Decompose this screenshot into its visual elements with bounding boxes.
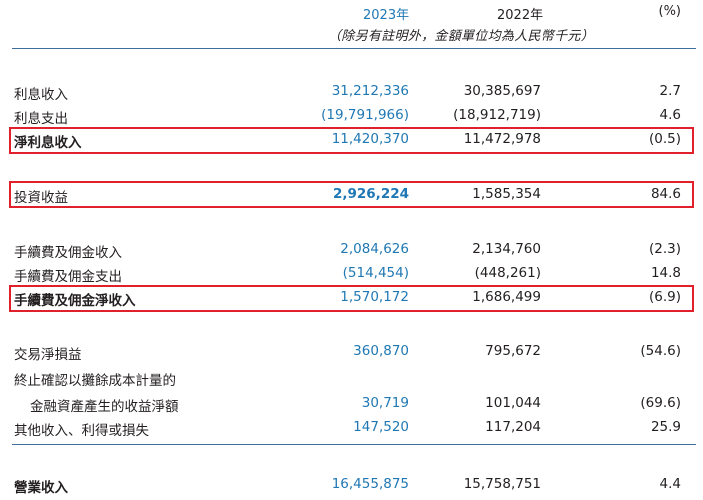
row-value-2022-interest-income: 30,385,697 [463, 83, 541, 99]
row-value-2022-net-fee-income: 1,686,499 [472, 289, 541, 305]
row-value-2022-other-income: 117,204 [485, 419, 541, 435]
row-label-investment-income: 投資收益 [14, 190, 68, 206]
row-value-2022-net-interest-income: 11,472,978 [463, 131, 541, 147]
row-value-2023-fee-income: 2,084,626 [340, 241, 409, 257]
row-label-interest-income: 利息收入 [14, 87, 68, 103]
header-unit-note: （除另有註明外，金額單位均為人民幣千元） [328, 29, 595, 44]
row-value-2022-interest-expense: (18,912,719) [453, 107, 541, 123]
header-year-2023: 2023年 [363, 8, 410, 23]
row-label-net-fee-income: 手續費及佣金淨收入 [14, 293, 136, 309]
row-pct-interest-income: 2.7 [659, 83, 681, 99]
row-label-derecognition-line1: 終止確認以攤餘成本計量的 [14, 373, 176, 389]
row-label-interest-expense: 利息支出 [14, 111, 68, 127]
row-value-2023-derecognition: 30,719 [361, 395, 409, 411]
row-label-operating-income: 營業收入 [14, 480, 68, 496]
row-value-2022-operating-income: 15,758,751 [463, 476, 541, 492]
row-label-fee-expense: 手續費及佣金支出 [14, 269, 122, 285]
header-rule [12, 48, 696, 49]
row-value-2023-net-trading-gains: 360,870 [353, 343, 409, 359]
subtotal-rule [12, 444, 696, 445]
row-label-derecognition-line2: 金融資產產生的收益淨額 [30, 399, 179, 415]
row-value-2022-derecognition: 101,044 [485, 395, 541, 411]
row-value-2022-fee-income: 2,134,760 [472, 241, 541, 257]
row-value-2023-interest-expense: (19,791,966) [321, 107, 409, 123]
row-pct-net-trading-gains: (54.6) [640, 343, 681, 359]
row-label-other-income: 其他收入、利得或損失 [14, 423, 149, 439]
row-pct-derecognition: (69.6) [640, 395, 681, 411]
row-pct-interest-expense: 4.6 [659, 107, 681, 123]
row-value-2023-interest-income: 31,212,336 [331, 83, 409, 99]
row-value-2023-net-interest-income: 11,420,370 [331, 131, 409, 147]
row-value-2023-fee-expense: (514,454) [342, 265, 409, 281]
header-pct: (%) [658, 4, 682, 19]
row-pct-operating-income: 4.4 [659, 476, 681, 492]
row-value-2023-other-income: 147,520 [353, 419, 409, 435]
row-value-2022-fee-expense: (448,261) [474, 265, 541, 281]
row-label-fee-income: 手續費及佣金收入 [14, 245, 122, 261]
header-year-2022: 2022年 [497, 8, 544, 23]
row-pct-investment-income: 84.6 [650, 186, 681, 202]
row-value-2023-operating-income: 16,455,875 [331, 476, 409, 492]
row-pct-net-fee-income: (6.9) [648, 289, 681, 305]
row-label-net-interest-income: 淨利息收入 [14, 135, 82, 151]
row-value-2022-net-trading-gains: 795,672 [485, 343, 541, 359]
row-value-2022-investment-income: 1,585,354 [472, 186, 541, 202]
row-value-2023-investment-income: 2,926,224 [332, 186, 409, 202]
row-pct-fee-expense: 14.8 [650, 265, 681, 281]
row-pct-fee-income: (2.3) [648, 241, 681, 257]
row-label-net-trading-gains: 交易淨損益 [14, 347, 82, 363]
row-pct-net-interest-income: (0.5) [648, 131, 681, 147]
row-value-2023-net-fee-income: 1,570,172 [340, 289, 409, 305]
row-pct-other-income: 25.9 [650, 419, 681, 435]
